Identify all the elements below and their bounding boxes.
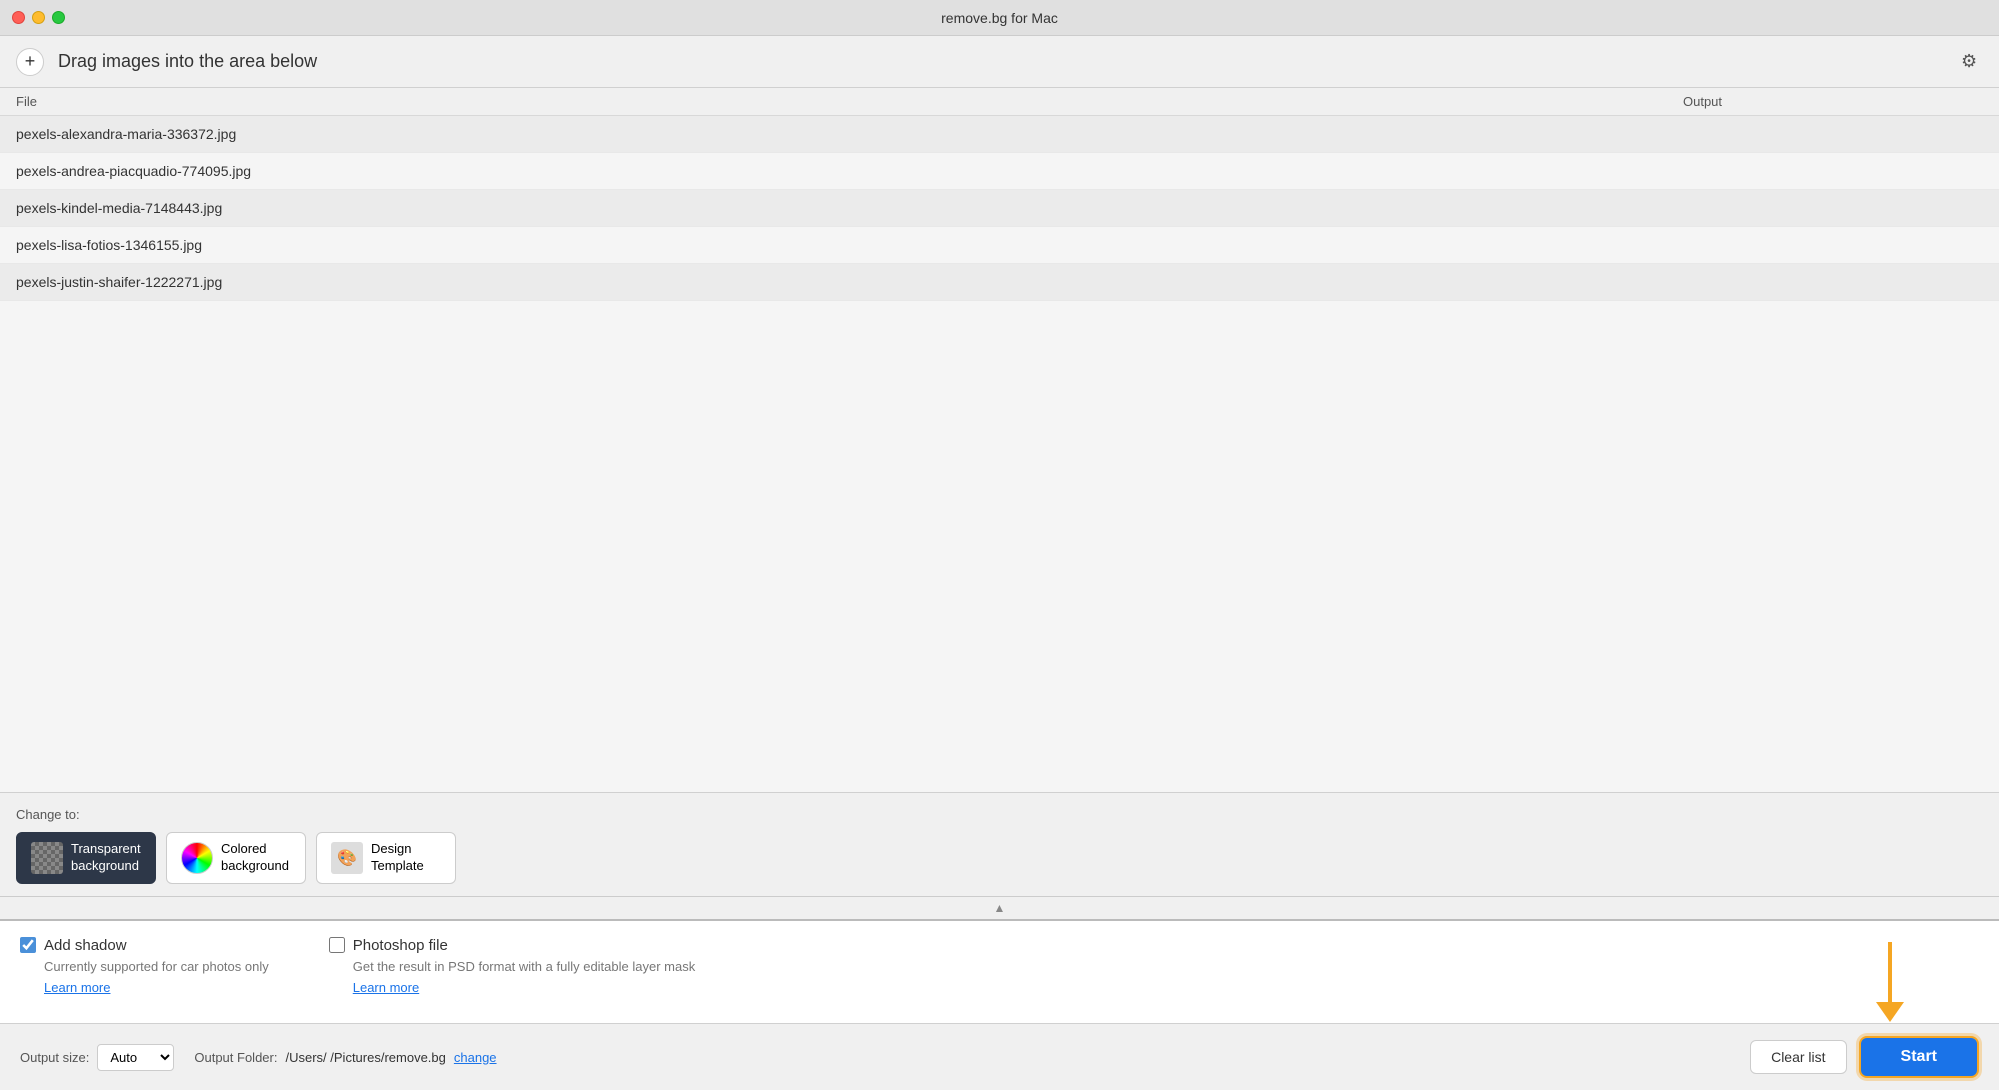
photoshop-file-title: Photoshop file bbox=[353, 937, 448, 954]
collapse-section[interactable]: ▲ bbox=[0, 896, 1999, 919]
table-row[interactable]: pexels-justin-shaifer-1222271.jpg bbox=[0, 264, 1999, 301]
main-window: + Drag images into the area below ⚙ File… bbox=[0, 36, 1999, 1090]
add-shadow-checkbox[interactable] bbox=[20, 937, 36, 953]
add-shadow-header: Add shadow bbox=[20, 937, 269, 954]
toolbar: + Drag images into the area below ⚙ bbox=[0, 36, 1999, 88]
footer: Output size: Auto Output Folder: /Users/… bbox=[0, 1023, 1999, 1090]
design-icon: 🎨 bbox=[331, 842, 363, 874]
settings-icon[interactable]: ⚙ bbox=[1961, 51, 1983, 73]
design-template-option[interactable]: 🎨 DesignTemplate bbox=[316, 832, 456, 884]
window-title: remove.bg for Mac bbox=[941, 10, 1058, 26]
photoshop-file-checkbox[interactable] bbox=[329, 937, 345, 953]
photoshop-file-desc: Get the result in PSD format with a full… bbox=[353, 958, 695, 976]
file-name: pexels-andrea-piacquadio-774095.jpg bbox=[16, 163, 1983, 179]
colored-background-option[interactable]: Coloredbackground bbox=[166, 832, 306, 884]
footer-left: Output size: Auto Output Folder: /Users/… bbox=[20, 1044, 497, 1071]
file-name: pexels-lisa-fotios-1346155.jpg bbox=[16, 237, 1983, 253]
transparent-label: Transparentbackground bbox=[71, 841, 141, 875]
drag-hint-text: Drag images into the area below bbox=[58, 51, 1961, 72]
clear-list-button[interactable]: Clear list bbox=[1750, 1040, 1846, 1074]
options-panel: Add shadow Currently supported for car p… bbox=[0, 919, 1999, 1023]
minimize-button[interactable] bbox=[32, 11, 45, 24]
file-name: pexels-alexandra-maria-336372.jpg bbox=[16, 126, 1983, 142]
change-to-panel: Change to: Transparentbackground Colored… bbox=[0, 792, 1999, 896]
folder-group: Output Folder: /Users/ /Pictures/remove.… bbox=[194, 1050, 496, 1065]
photoshop-file-group: Photoshop file Get the result in PSD for… bbox=[329, 937, 695, 995]
output-size-label: Output size: bbox=[20, 1050, 89, 1065]
column-output: Output bbox=[1683, 94, 1983, 109]
design-label: DesignTemplate bbox=[371, 841, 424, 875]
traffic-lights bbox=[12, 11, 65, 24]
file-list-area: File Output pexels-alexandra-maria-33637… bbox=[0, 88, 1999, 792]
table-header: File Output bbox=[0, 88, 1999, 116]
file-name: pexels-kindel-media-7148443.jpg bbox=[16, 200, 1983, 216]
change-to-label: Change to: bbox=[16, 807, 1983, 822]
titlebar: remove.bg for Mac bbox=[0, 0, 1999, 36]
add-files-button[interactable]: + bbox=[16, 48, 44, 76]
add-shadow-group: Add shadow Currently supported for car p… bbox=[20, 937, 269, 995]
table-row[interactable]: pexels-kindel-media-7148443.jpg bbox=[0, 190, 1999, 227]
add-shadow-title: Add shadow bbox=[44, 937, 127, 954]
start-button[interactable]: Start bbox=[1859, 1036, 1979, 1078]
column-file: File bbox=[16, 94, 1683, 109]
folder-path: /Users/ /Pictures/remove.bg bbox=[285, 1050, 445, 1065]
transparent-background-option[interactable]: Transparentbackground bbox=[16, 832, 156, 884]
table-row[interactable]: pexels-lisa-fotios-1346155.jpg bbox=[0, 227, 1999, 264]
options-row: Add shadow Currently supported for car p… bbox=[20, 937, 1979, 995]
colorwheel-icon bbox=[181, 842, 213, 874]
table-row[interactable]: pexels-andrea-piacquadio-774095.jpg bbox=[0, 153, 1999, 190]
output-folder-label: Output Folder: bbox=[194, 1050, 277, 1065]
add-shadow-learn-more[interactable]: Learn more bbox=[44, 980, 269, 995]
add-shadow-desc: Currently supported for car photos only bbox=[44, 958, 269, 976]
file-rows: pexels-alexandra-maria-336372.jpg pexels… bbox=[0, 116, 1999, 792]
file-name: pexels-justin-shaifer-1222271.jpg bbox=[16, 274, 1983, 290]
photoshop-file-header: Photoshop file bbox=[329, 937, 695, 954]
collapse-arrow-icon: ▲ bbox=[994, 901, 1006, 915]
folder-change-link[interactable]: change bbox=[454, 1050, 497, 1065]
output-options: Transparentbackground Coloredbackground … bbox=[16, 832, 1983, 896]
output-size-select[interactable]: Auto bbox=[97, 1044, 174, 1071]
maximize-button[interactable] bbox=[52, 11, 65, 24]
size-group: Output size: Auto bbox=[20, 1044, 174, 1071]
transparent-icon bbox=[31, 842, 63, 874]
photoshop-file-learn-more[interactable]: Learn more bbox=[353, 980, 695, 995]
colored-label: Coloredbackground bbox=[221, 841, 289, 875]
footer-right: Clear list Start bbox=[1750, 1036, 1979, 1078]
close-button[interactable] bbox=[12, 11, 25, 24]
table-row[interactable]: pexels-alexandra-maria-336372.jpg bbox=[0, 116, 1999, 153]
